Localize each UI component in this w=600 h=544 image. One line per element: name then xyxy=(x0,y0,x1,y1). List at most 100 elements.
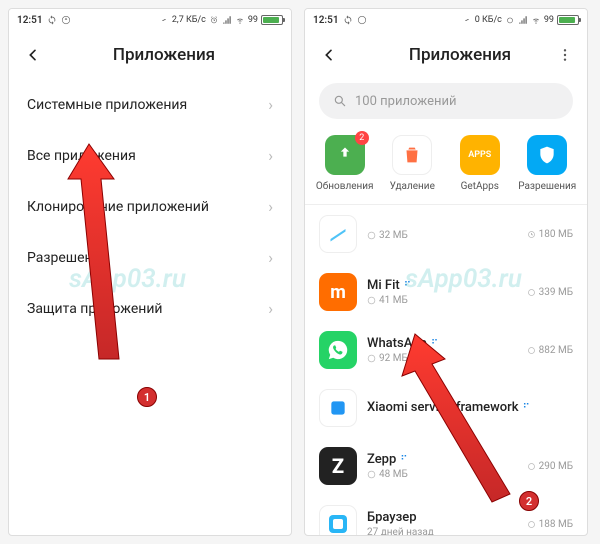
app-icon xyxy=(319,331,357,369)
loading-icon: ⠋ xyxy=(404,281,411,292)
settings-label: Клонирование приложений xyxy=(27,199,209,215)
settings-item-app-protection[interactable]: Защита приложений › xyxy=(9,283,291,334)
app-row-xiaomi-framework[interactable]: Xiaomi service framework⠋ xyxy=(305,379,587,437)
quick-updates[interactable]: 2 Обновления xyxy=(313,135,377,192)
quick-label: Удаление xyxy=(390,181,435,192)
app-row-browser[interactable]: Браузер 27 дней назад 188 МБ xyxy=(305,495,587,535)
wifi-icon xyxy=(235,15,245,25)
battery-icon xyxy=(557,15,579,25)
sync-icon xyxy=(47,15,57,25)
app-time: 882 МБ xyxy=(527,345,573,356)
search-icon xyxy=(333,94,347,108)
clock-icon xyxy=(527,520,536,529)
settings-item-all-apps[interactable]: Все приложения › xyxy=(9,130,291,181)
update-badge: 2 xyxy=(355,131,369,145)
storage-icon xyxy=(367,470,376,479)
app-icon xyxy=(319,215,357,253)
settings-list: Системные приложения › Все приложения › … xyxy=(9,79,291,535)
app-time: 290 МБ xyxy=(527,461,573,472)
more-vert-icon xyxy=(557,47,573,63)
signal-icon xyxy=(222,15,232,25)
signal-icon xyxy=(518,15,528,25)
settings-item-clone-apps[interactable]: Клонирование приложений › xyxy=(9,181,291,232)
app-size: 32 МБ xyxy=(367,230,517,241)
app-size: 41 МБ xyxy=(367,295,517,306)
app-size: 92 МБ xyxy=(367,353,517,364)
search-input[interactable]: 100 приложений xyxy=(319,83,573,119)
settings-label: Разрешения xyxy=(27,250,108,266)
app-size: 27 дней назад xyxy=(367,527,517,535)
storage-icon xyxy=(367,296,376,305)
header: Приложения xyxy=(305,31,587,79)
chevron-right-icon: › xyxy=(268,146,273,165)
app-row-mifit[interactable]: m Mi Fit⠋ 41 МБ 339 МБ xyxy=(305,263,587,321)
menu-button[interactable] xyxy=(551,41,579,69)
alarm-icon xyxy=(209,15,219,25)
status-bar: 12:51 0 КБ/с 99 xyxy=(305,9,587,31)
app-name: Mi Fit⠋ xyxy=(367,278,517,293)
loading-icon: ⠋ xyxy=(523,403,530,414)
app-name: Zepp⠋ xyxy=(367,452,517,467)
header: Приложения xyxy=(9,31,291,79)
chevron-right-icon: › xyxy=(268,299,273,318)
app-time: 339 МБ xyxy=(527,287,573,298)
app-name: Xiaomi service framework⠋ xyxy=(367,400,573,415)
status-speed: 2,7 КБ/с xyxy=(172,15,206,25)
chevron-right-icon: › xyxy=(268,95,273,114)
chevron-right-icon: › xyxy=(268,248,273,267)
wifi-icon xyxy=(531,15,541,25)
settings-item-system-apps[interactable]: Системные приложения › xyxy=(9,79,291,130)
app-row-whatsapp[interactable]: WhatsApp⠋ 92 МБ 882 МБ xyxy=(305,321,587,379)
status-time: 12:51 xyxy=(313,15,339,26)
settings-label: Все приложения xyxy=(27,148,136,164)
settings-label: Системные приложения xyxy=(27,97,187,113)
browser-icon xyxy=(326,512,350,535)
storage-icon xyxy=(367,354,376,363)
alarm-icon xyxy=(505,15,515,25)
chevron-left-icon xyxy=(25,47,41,63)
sync-icon xyxy=(343,15,353,25)
app-name: Браузер xyxy=(367,510,517,525)
loading-icon: ⠋ xyxy=(431,339,438,350)
quick-uninstall[interactable]: Удаление xyxy=(380,135,444,192)
back-button[interactable] xyxy=(19,41,47,69)
status-speed: 0 КБ/с xyxy=(475,15,502,25)
getapps-icon: APPS xyxy=(468,150,491,160)
storage-icon xyxy=(367,231,376,240)
app-icon xyxy=(319,389,357,427)
update-icon xyxy=(335,145,355,165)
app-time: 188 МБ xyxy=(527,519,573,530)
loading-icon: ⠋ xyxy=(400,455,407,466)
phone-left: 12:51 2,7 КБ/с 99 Приложения Системные п… xyxy=(8,8,292,536)
phone-right: 12:51 0 КБ/с 99 Приложения 100 приложени… xyxy=(304,8,588,536)
clock-icon xyxy=(527,346,536,355)
quick-getapps[interactable]: APPS GetApps xyxy=(448,135,512,192)
app-size: 48 МБ xyxy=(367,469,517,480)
yandex-icon xyxy=(357,15,367,25)
chevron-left-icon xyxy=(321,47,337,63)
app-list[interactable]: 32 МБ 180 МБ m Mi Fit⠋ 41 МБ 339 МБ What… xyxy=(305,205,587,535)
app-row[interactable]: 32 МБ 180 МБ xyxy=(305,205,587,263)
clock-icon xyxy=(527,230,536,239)
quick-label: Разрешения xyxy=(518,181,576,192)
app-name: WhatsApp⠋ xyxy=(367,336,517,351)
status-bar: 12:51 2,7 КБ/с 99 xyxy=(9,9,291,31)
battery-pct: 99 xyxy=(544,15,554,25)
updown-icon xyxy=(462,15,472,25)
battery-icon xyxy=(261,15,283,25)
app-icon: m xyxy=(319,273,357,311)
search-placeholder: 100 приложений xyxy=(355,94,456,109)
quick-actions: 2 Обновления Удаление APPS GetApps Разре… xyxy=(305,129,587,205)
app-row-zepp[interactable]: Z Zepp⠋ 48 МБ 290 МБ xyxy=(305,437,587,495)
quick-permissions[interactable]: Разрешения xyxy=(515,135,579,192)
settings-item-permissions[interactable]: Разрешения › xyxy=(9,232,291,283)
page-title: Приложения xyxy=(343,45,577,65)
status-time: 12:51 xyxy=(17,15,43,26)
updown-icon xyxy=(159,15,169,25)
quick-label: GetApps xyxy=(461,181,499,192)
quick-label: Обновления xyxy=(316,181,374,192)
clock-icon xyxy=(527,462,536,471)
app-time: 180 МБ xyxy=(527,229,573,240)
app-icon xyxy=(319,505,357,535)
back-button[interactable] xyxy=(315,41,343,69)
